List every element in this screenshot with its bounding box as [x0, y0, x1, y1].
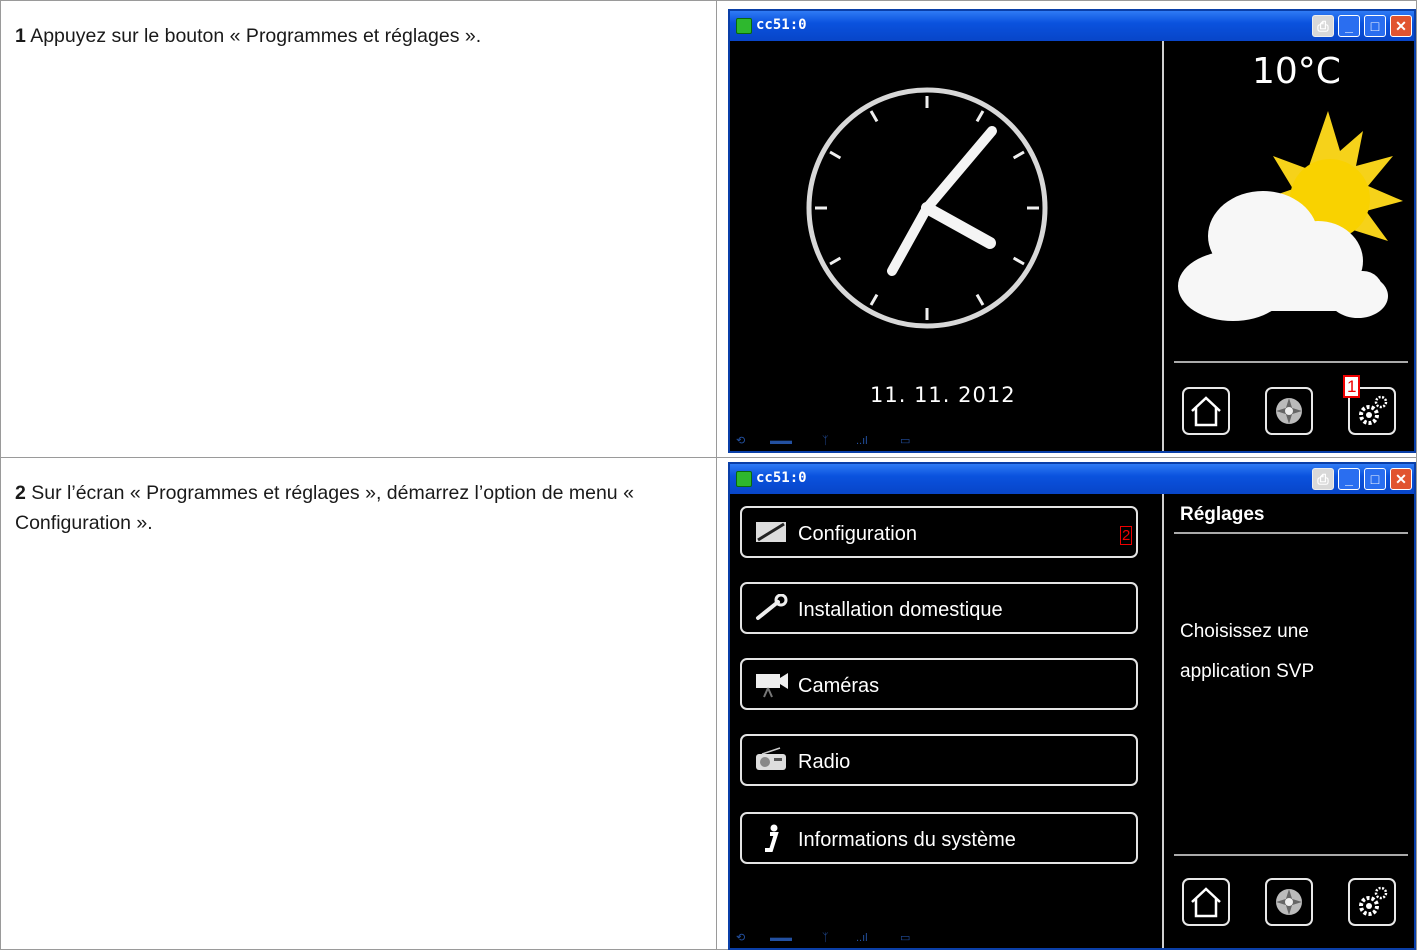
temperature-display: 10°C: [1252, 51, 1341, 92]
menu-label: Radio: [798, 751, 851, 773]
menu-item-configuration[interactable]: Configuration: [740, 506, 1138, 558]
device-screen: 11. 11. 2012 10°C 1 ⟲ ▬▬ ᛉ ..ıl ▭: [730, 41, 1414, 451]
step-2-text-cell: 2 Sur l’écran « Programmes et réglages »…: [1, 458, 717, 950]
nav-divider: [1174, 361, 1408, 363]
wrench-icon: [756, 594, 788, 620]
step-number: 2: [15, 482, 26, 504]
step-number: 1: [15, 25, 26, 47]
fan-icon: [1276, 398, 1302, 424]
clock-tick: [869, 293, 879, 306]
clock-tick: [1012, 150, 1025, 160]
print-icon[interactable]: ⎙: [1312, 15, 1334, 37]
menu-label: Caméras: [798, 675, 880, 697]
shutter-button[interactable]: [1265, 878, 1313, 926]
home-icon: [1191, 396, 1221, 427]
radio-icon: [756, 747, 786, 770]
app-icon: [736, 18, 752, 34]
home-button[interactable]: [1182, 878, 1230, 926]
home-button[interactable]: [1182, 387, 1230, 435]
status-icons: ⟲ ▬▬ ᛉ ..ıl ▭: [736, 932, 911, 944]
shutter-button[interactable]: [1265, 387, 1313, 435]
close-button[interactable]: ✕: [1390, 15, 1412, 37]
settings-title: Réglages: [1180, 504, 1265, 525]
maximize-button[interactable]: □: [1364, 15, 1386, 37]
clock-tick: [829, 150, 842, 160]
info-icon: [765, 824, 779, 852]
title-bar: cc51:0 ⎙ _ □ ✕: [730, 464, 1414, 494]
gears-icon: [1359, 395, 1388, 425]
step-marker-1: 1: [1343, 375, 1361, 398]
settings-hint: Choisissez une application SVP: [1180, 621, 1315, 682]
menu-item-cameras[interactable]: Caméras: [740, 658, 1138, 710]
step-1-text-cell: 1 Appuyez sur le bouton « Programmes et …: [1, 1, 717, 457]
nav-divider: [1174, 854, 1408, 856]
device-screen: Configuration 2 Installation domestique …: [730, 494, 1414, 948]
window-title: cc51:0: [756, 470, 807, 486]
clock-tick: [1012, 256, 1025, 266]
menu-label: Installation domestique: [798, 599, 1003, 621]
step-text: Sur l’écran « Programmes et réglages », …: [15, 482, 634, 534]
camera-icon: [756, 673, 788, 698]
clock-tick: [869, 110, 879, 123]
clock-tick: [975, 293, 985, 306]
app-icon: [736, 471, 752, 487]
title-bar: cc51:0 ⎙ _ □ ✕: [730, 11, 1414, 41]
date-display: 11. 11. 2012: [870, 383, 1016, 407]
maximize-button[interactable]: □: [1364, 468, 1386, 490]
app-window: cc51:0 ⎙ _ □ ✕ Configuration 2 Installat…: [728, 462, 1416, 950]
menu-label: Informations du système: [798, 829, 1016, 851]
instruction-table: 1 Appuyez sur le bouton « Programmes et …: [0, 0, 1417, 950]
close-button[interactable]: ✕: [1390, 468, 1412, 490]
title-divider: [1174, 532, 1408, 534]
status-icons: ⟲ ▬▬ ᛉ ..ıl ▭: [736, 435, 911, 447]
step-row-1: 1 Appuyez sur le bouton « Programmes et …: [1, 1, 1416, 458]
step-1-screenshot-cell: cc51:0 ⎙ _ □ ✕ 11. 11. 2012 10°C 1 ⟲ ▬▬ …: [718, 1, 1416, 457]
panel-divider: [1162, 41, 1164, 451]
menu-item-radio[interactable]: Radio: [740, 734, 1138, 786]
step-row-2: 2 Sur l’écran « Programmes et réglages »…: [1, 458, 1416, 950]
window-title: cc51:0: [756, 17, 807, 33]
weather-sun-cloud-icon: [1178, 111, 1403, 321]
menu-item-system-info[interactable]: Informations du système: [740, 812, 1138, 864]
step-2-screenshot-cell: cc51:0 ⎙ _ □ ✕ Configuration 2 Installat…: [718, 458, 1416, 950]
menu-item-installation[interactable]: Installation domestique: [740, 582, 1138, 634]
minimize-button[interactable]: _: [1338, 468, 1360, 490]
clock-tick: [829, 256, 842, 266]
print-icon[interactable]: ⎙: [1312, 468, 1334, 490]
minimize-button[interactable]: _: [1338, 15, 1360, 37]
gears-icon: [1359, 886, 1388, 916]
menu-label: Configuration: [798, 523, 917, 545]
fan-icon: [1276, 889, 1302, 915]
configuration-icon: [756, 522, 786, 542]
step-marker-2: 2: [1120, 526, 1133, 545]
step-text: Appuyez sur le bouton « Programmes et ré…: [30, 25, 482, 47]
home-icon: [1191, 887, 1221, 918]
analog-clock: [806, 87, 1048, 329]
programs-settings-button[interactable]: [1348, 878, 1396, 926]
app-window: cc51:0 ⎙ _ □ ✕ 11. 11. 2012 10°C 1 ⟲ ▬▬ …: [728, 9, 1416, 453]
panel-divider: [1162, 494, 1164, 948]
clock-tick: [975, 110, 985, 123]
